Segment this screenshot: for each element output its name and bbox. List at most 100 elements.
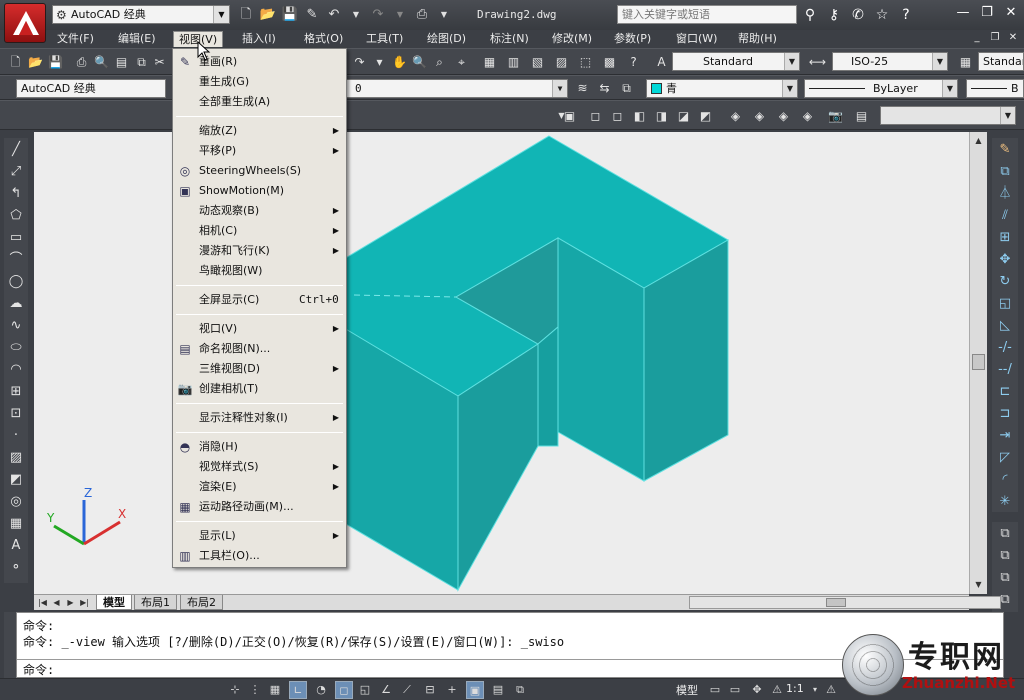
menu-insert[interactable]: 插入(I) [237,31,281,47]
polyline-icon[interactable]: ↰ [6,184,26,204]
explode-icon[interactable]: ✳ [994,492,1016,512]
binoculars-icon[interactable]: ⚲ [800,5,820,25]
bring-to-front-icon[interactable]: ⧉ [994,524,1016,544]
close-icon[interactable]: ✕ [1000,3,1022,23]
print-icon[interactable]: ⎙ [412,6,432,24]
snap-mode-icon[interactable]: ⋮ [246,681,264,699]
text-style-select[interactable]: Standard ▼ [672,52,800,71]
annotation-scale-value[interactable]: 1:1 [786,682,804,695]
chevron-down-icon[interactable]: ▼ [1000,107,1015,124]
view-menu-item[interactable]: 平移(P) ▶ [173,141,346,161]
point-icon[interactable]: · [6,426,26,446]
view-menu-item[interactable]: 视口(V) ▶ [173,319,346,339]
move-icon[interactable]: ✥ [994,250,1016,270]
quick-view-drawings-icon[interactable]: ▭ [726,681,744,699]
copy-icon[interactable]: ⧉ [994,162,1016,182]
break-at-point-icon[interactable]: ⊏ [994,382,1016,402]
insert-block-icon[interactable]: ⊞ [6,382,26,402]
zoom-previous-icon[interactable]: ⌖ [452,53,471,71]
view-menu-item[interactable]: 鸟瞰视图(W) [173,261,346,281]
ortho-mode-icon[interactable]: ∟ [289,681,307,699]
scale-icon[interactable]: ◱ [994,294,1016,314]
trim-icon[interactable]: -/- [994,338,1016,358]
named-views-icon[interactable]: ▣ [560,107,579,125]
ellipse-arc-icon[interactable]: ◠ [6,360,26,380]
annotation-visibility-icon[interactable]: ⚠ [822,681,840,699]
polar-tracking-icon[interactable]: ◔ [312,681,330,699]
new-file-icon[interactable]: 🗋 [236,6,256,24]
doc-minimize-icon[interactable]: _ [970,31,984,45]
menu-window[interactable]: 窗口(W) [671,31,722,47]
infer-constraints-icon[interactable]: ⊹ [226,681,244,699]
tab-layout2[interactable]: 布局2 [180,595,223,610]
view-menu-item[interactable]: ▥ 工具栏(O)... [173,546,346,566]
next-tab-icon[interactable]: ▶ [64,596,77,609]
extend-icon[interactable]: --/ [994,360,1016,380]
layer-state-icon[interactable]: ⧉ [617,79,636,97]
menu-tools[interactable]: 工具(T) [361,31,408,47]
hscroll-thumb[interactable] [826,598,846,607]
chevron-down-icon[interactable]: ▼ [932,53,947,70]
transparency-icon[interactable]: ▣ [466,681,484,699]
menu-help[interactable]: 帮助(H) [733,31,782,47]
erase-icon[interactable]: ✎ [994,140,1016,160]
selection-cycling-icon[interactable]: ⧉ [511,681,529,699]
object-snap-tracking-icon[interactable]: ∠ [377,681,395,699]
command-prompt[interactable]: 命令: [23,661,54,678]
construction-line-icon[interactable]: ⤢ [6,162,26,182]
help-icon[interactable]: ? [896,5,916,25]
first-tab-icon[interactable]: |◀ [36,596,49,609]
mirror-icon[interactable]: ⏃ [994,184,1016,204]
doc-close-icon[interactable]: ✕ [1006,31,1020,45]
menu-draw[interactable]: 绘图(D) [422,31,471,47]
chevron-down-icon[interactable]: ▼ [942,80,957,97]
chevron-down-icon[interactable]: ▼ [784,53,799,70]
view-menu-item[interactable]: ▤ 命名视图(N)... [173,339,346,359]
sw-iso-icon[interactable]: ◈ [726,107,745,125]
bottom-view-icon[interactable]: ◻ [608,107,627,125]
layer-manager-icon[interactable]: ≋ [573,79,592,97]
search-input[interactable]: 键入关键字或短语 [617,5,797,24]
circle-icon[interactable]: ◯ [6,272,26,292]
help-toolbar-icon[interactable]: ? [624,53,643,71]
top-view-icon[interactable]: ◻ [586,107,605,125]
lineweight-toggle-icon[interactable]: + [443,681,461,699]
workspace-select[interactable]: AutoCAD 经典 [16,79,166,98]
view-menu-item[interactable]: 显示(L) ▶ [173,526,346,546]
chevron-down-icon[interactable]: ▼ [213,6,229,23]
3d-print-icon[interactable]: ⧉ [132,53,151,71]
open-folder-icon[interactable]: 📂 [258,6,278,24]
camera-icon[interactable]: 📷 [826,107,845,125]
minimize-icon[interactable]: — [952,3,974,23]
menu-edit[interactable]: 编辑(E) [113,31,161,47]
object-snap-icon[interactable]: ◻ [335,681,353,699]
spline-icon[interactable]: ∿ [6,316,26,336]
table-icon[interactable]: ▦ [6,514,26,534]
dim-style-select[interactable]: ISO-25 ▼ [832,52,948,71]
zoom-realtime-icon[interactable]: 🔍 [410,53,429,71]
undo-icon[interactable]: ↶ [324,6,344,24]
lineweight-select[interactable]: B [966,79,1024,98]
save-icon[interactable]: 💾 [46,53,65,71]
command-window-grip[interactable] [4,612,16,678]
menu-dimension[interactable]: 标注(N) [485,31,534,47]
view-menu-item[interactable]: 视觉样式(S) ▶ [173,457,346,477]
bring-above-icon[interactable]: ⧉ [994,568,1016,588]
prev-tab-icon[interactable]: ◀ [50,596,63,609]
new-icon[interactable]: 🗋 [6,53,25,71]
table-style-select[interactable]: Standard [978,52,1024,71]
undo-dropdown-icon[interactable]: ▼ [346,6,366,24]
pan-status-icon[interactable]: ✥ [748,681,766,699]
gradient-icon[interactable]: ◩ [6,470,26,490]
view-menu-item[interactable]: ◎ SteeringWheels(S) [173,161,346,181]
subscription-key-icon[interactable]: ⚷ [824,5,844,25]
layer-previous-icon[interactable]: ⇆ [595,79,614,97]
back-view-icon[interactable]: ◩ [696,107,715,125]
publish-icon[interactable]: ▤ [112,53,131,71]
cut-icon[interactable]: ✂ [150,53,169,71]
line-icon[interactable]: ╱ [6,140,26,160]
menu-file[interactable]: 文件(F) [52,31,99,47]
color-select[interactable]: 青 ▼ [646,79,798,98]
view-menu-item[interactable]: 显示注释性对象(I) ▶ [173,408,346,428]
application-menu-button[interactable] [4,3,46,43]
